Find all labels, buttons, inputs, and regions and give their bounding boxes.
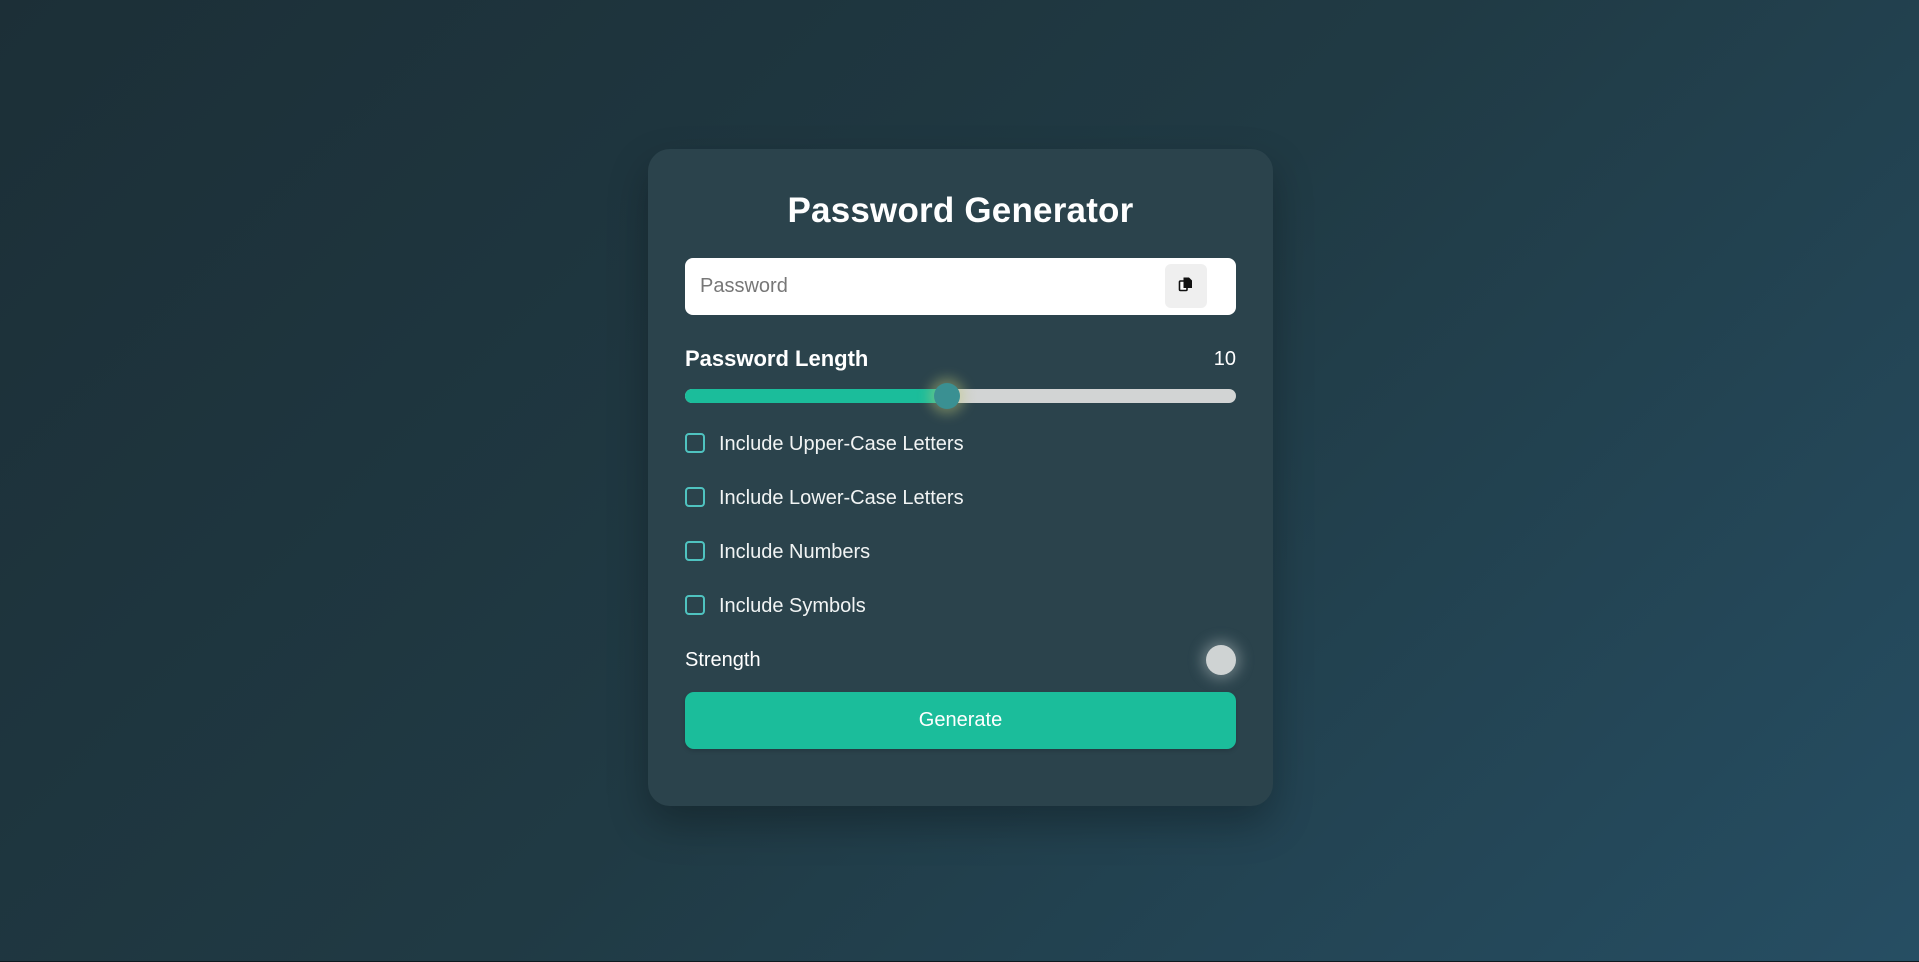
slider-thumb[interactable]	[933, 383, 960, 409]
option-uppercase[interactable]: Include Upper-Case Letters	[685, 429, 1236, 459]
password-length-label: Password Length	[685, 346, 869, 371]
password-generator-card: Password Generator Password Length 10 In…	[648, 149, 1273, 806]
slider-track[interactable]	[685, 389, 1236, 403]
symbols-checkbox[interactable]	[685, 594, 705, 615]
password-length-row: Password Length 10	[685, 344, 1236, 374]
option-label: Include Symbols	[719, 594, 866, 617]
option-symbols[interactable]: Include Symbols	[685, 591, 1236, 621]
option-lowercase[interactable]: Include Lower-Case Letters	[685, 483, 1236, 513]
lowercase-checkbox[interactable]	[685, 486, 705, 507]
strength-row: Strength	[685, 645, 1236, 675]
page-title: Password Generator	[787, 191, 1134, 230]
password-input[interactable]	[685, 258, 1145, 315]
option-label: Include Upper-Case Letters	[719, 432, 964, 455]
copy-icon	[1178, 276, 1194, 297]
option-label: Include Numbers	[719, 540, 871, 563]
password-length-slider[interactable]	[685, 383, 1236, 409]
password-field-container	[685, 258, 1236, 315]
strength-indicator	[1206, 645, 1236, 675]
option-numbers[interactable]: Include Numbers	[685, 537, 1236, 567]
slider-fill	[685, 389, 947, 403]
generate-button[interactable]: Generate	[685, 692, 1236, 749]
numbers-checkbox[interactable]	[685, 540, 705, 561]
copy-button[interactable]	[1165, 264, 1207, 308]
option-label: Include Lower-Case Letters	[719, 486, 964, 509]
options-list: Include Upper-Case Letters Include Lower…	[685, 429, 1236, 621]
uppercase-checkbox[interactable]	[685, 432, 705, 453]
password-length-value: 10	[1213, 347, 1236, 370]
strength-label: Strength	[685, 648, 761, 671]
